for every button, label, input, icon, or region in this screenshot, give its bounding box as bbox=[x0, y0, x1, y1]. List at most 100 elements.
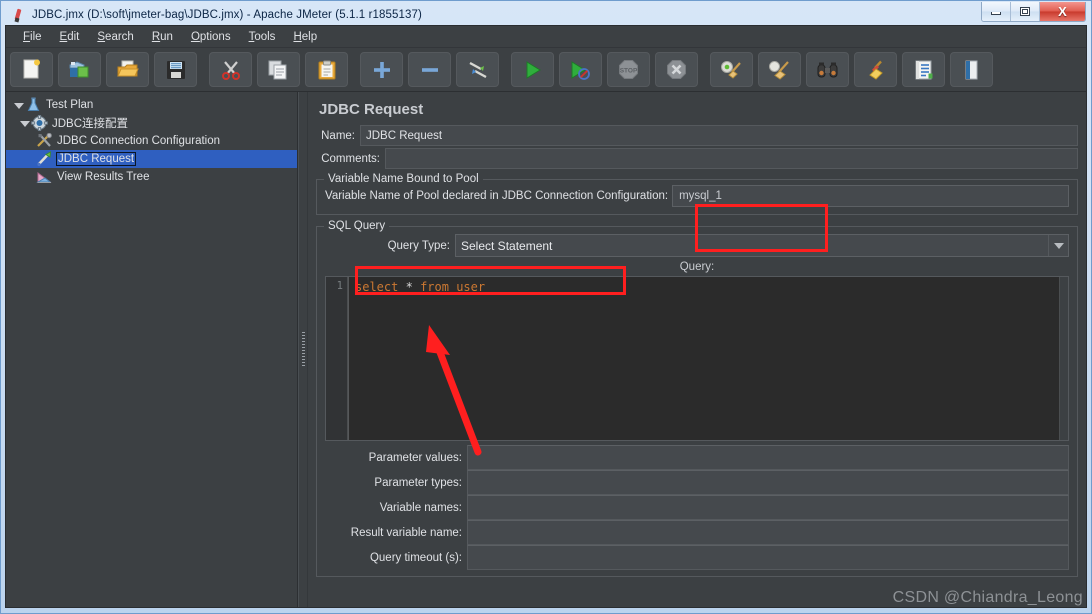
jdbc-request-panel: JDBC Request Name: JDBC Request Comments… bbox=[308, 92, 1086, 607]
plus-icon bbox=[373, 61, 390, 78]
editor-scrollbar[interactable] bbox=[1059, 277, 1068, 440]
copy-pages-icon bbox=[268, 60, 287, 79]
play-no-pause-icon bbox=[571, 60, 590, 80]
menu-search[interactable]: Search bbox=[88, 29, 142, 45]
query-type-row: Query Type: Select Statement bbox=[325, 233, 1069, 258]
name-label: Name: bbox=[321, 129, 355, 142]
minimize-button[interactable] bbox=[982, 2, 1011, 21]
start-no-pauses-button[interactable] bbox=[559, 52, 602, 87]
stop-octagon-icon: STOP bbox=[619, 60, 638, 79]
notepad-lines-icon bbox=[915, 60, 933, 79]
book-icon bbox=[965, 60, 977, 79]
gear-broom-icon bbox=[721, 60, 741, 79]
paste-button[interactable] bbox=[305, 52, 348, 87]
jmeter-feather-icon bbox=[11, 8, 26, 23]
chevron-down-icon[interactable] bbox=[1048, 235, 1068, 256]
expand-toggle-icon[interactable] bbox=[12, 99, 24, 111]
tree-node-label: JDBC Connection Configuration bbox=[57, 135, 221, 147]
shutdown-x-icon bbox=[667, 60, 686, 79]
variable-names-label: Variable names: bbox=[379, 501, 462, 514]
menu-tools[interactable]: Tools bbox=[240, 29, 285, 45]
query-timeout-label: Query timeout (s): bbox=[369, 551, 462, 564]
sql-group-title: SQL Query bbox=[324, 220, 390, 232]
tree-node-jdbc-request[interactable]: JDBC Request bbox=[6, 150, 297, 168]
minimize-icon bbox=[991, 12, 1001, 15]
start-button[interactable] bbox=[511, 52, 554, 87]
cut-button[interactable] bbox=[209, 52, 252, 87]
comments-input[interactable] bbox=[385, 148, 1078, 169]
query-caption: Query: bbox=[679, 261, 715, 273]
expand-all-button[interactable] bbox=[360, 52, 403, 87]
config-tools-icon bbox=[36, 132, 53, 149]
menu-file-label: ile bbox=[30, 30, 42, 43]
test-plan-tree[interactable]: Test Plan JDBC连接配置 JDBC Connection Confi… bbox=[6, 92, 298, 607]
tree-node-label: View Results Tree bbox=[57, 171, 150, 183]
split-pane-divider[interactable] bbox=[298, 92, 308, 607]
sql-query-group: SQL Query Query Type: Select Statement Q… bbox=[316, 220, 1078, 577]
comments-row: Comments: bbox=[316, 148, 1078, 169]
sql-token-table: user bbox=[456, 280, 486, 294]
tree-node-jdbc-config-group[interactable]: JDBC连接配置 bbox=[6, 114, 297, 132]
result-variable-name-input[interactable] bbox=[467, 520, 1069, 545]
parameter-types-input[interactable] bbox=[467, 470, 1069, 495]
test-plan-flask-icon bbox=[25, 97, 42, 113]
binoculars-icon bbox=[817, 62, 838, 77]
pool-variable-input[interactable]: mysql_1 bbox=[672, 185, 1069, 207]
close-button[interactable]: X bbox=[1040, 2, 1085, 21]
name-input[interactable]: JDBC Request bbox=[360, 125, 1078, 146]
line-number-gutter: 1 bbox=[326, 277, 348, 440]
sql-token-select: select bbox=[355, 280, 399, 294]
menu-edit[interactable]: Edit bbox=[51, 29, 89, 45]
clear-all-button[interactable] bbox=[758, 52, 801, 87]
window-body: File Edit Search Run Options Tools Help bbox=[5, 25, 1087, 608]
jdbc-request-pipette-icon bbox=[36, 151, 53, 167]
templates-button[interactable] bbox=[58, 52, 101, 87]
tree-node-test-plan[interactable]: Test Plan bbox=[6, 96, 297, 114]
copy-button[interactable] bbox=[257, 52, 300, 87]
scissors-icon bbox=[221, 60, 240, 80]
save-button[interactable] bbox=[154, 52, 197, 87]
variable-names-row: Variable names: bbox=[325, 495, 1069, 520]
shutdown-button[interactable] bbox=[655, 52, 698, 87]
clear-button[interactable] bbox=[710, 52, 753, 87]
toggle-button[interactable] bbox=[456, 52, 499, 87]
reset-search-button[interactable] bbox=[854, 52, 897, 87]
variable-names-input[interactable] bbox=[467, 495, 1069, 520]
parameter-values-input[interactable] bbox=[467, 445, 1069, 470]
tree-node-label: JDBC Request bbox=[55, 152, 137, 166]
menu-file[interactable]: File bbox=[14, 29, 51, 45]
function-helper-button[interactable] bbox=[902, 52, 945, 87]
query-type-select[interactable]: Select Statement bbox=[455, 234, 1069, 257]
open-folder-icon bbox=[116, 60, 139, 77]
stop-button[interactable]: STOP bbox=[607, 52, 650, 87]
query-timeout-input[interactable] bbox=[467, 545, 1069, 570]
tree-node-view-results-tree[interactable]: View Results Tree bbox=[6, 168, 297, 186]
open-button[interactable] bbox=[106, 52, 149, 87]
result-variable-name-label: Result variable name: bbox=[350, 526, 462, 539]
parameter-types-row: Parameter types: bbox=[325, 470, 1069, 495]
tree-node-jdbc-connection-configuration[interactable]: JDBC Connection Configuration bbox=[6, 132, 297, 150]
sql-editor[interactable]: 1 select * from user bbox=[325, 276, 1069, 441]
menu-options[interactable]: Options bbox=[182, 29, 240, 45]
thread-group-gear-icon bbox=[31, 114, 48, 132]
sql-code[interactable]: select * from user bbox=[348, 277, 1068, 440]
menu-help[interactable]: Help bbox=[284, 29, 326, 45]
title-bar: JDBC.jmx (D:\soft\jmeter-bag\JDBC.jmx) -… bbox=[6, 2, 1086, 25]
result-variable-name-row: Result variable name: bbox=[325, 520, 1069, 545]
expand-toggle-icon[interactable] bbox=[18, 117, 30, 129]
svg-text:STOP: STOP bbox=[620, 68, 638, 75]
clipboard-icon bbox=[318, 60, 335, 79]
parameter-values-label: Parameter values: bbox=[368, 451, 462, 464]
search-button[interactable] bbox=[806, 52, 849, 87]
green-play-icon bbox=[526, 60, 541, 79]
new-test-plan-button[interactable] bbox=[10, 52, 53, 87]
help-button[interactable] bbox=[950, 52, 993, 87]
pool-variable-row: Variable Name of Pool declared in JDBC C… bbox=[325, 184, 1069, 208]
window-title: JDBC.jmx (D:\soft\jmeter-bag\JDBC.jmx) -… bbox=[32, 9, 422, 21]
menu-run[interactable]: Run bbox=[143, 29, 182, 45]
menu-run-label: un bbox=[160, 30, 173, 43]
tree-node-label: JDBC连接配置 bbox=[52, 118, 129, 130]
collapse-all-button[interactable] bbox=[408, 52, 451, 87]
menu-options-label: ptions bbox=[199, 30, 231, 43]
restore-button[interactable] bbox=[1011, 2, 1040, 21]
